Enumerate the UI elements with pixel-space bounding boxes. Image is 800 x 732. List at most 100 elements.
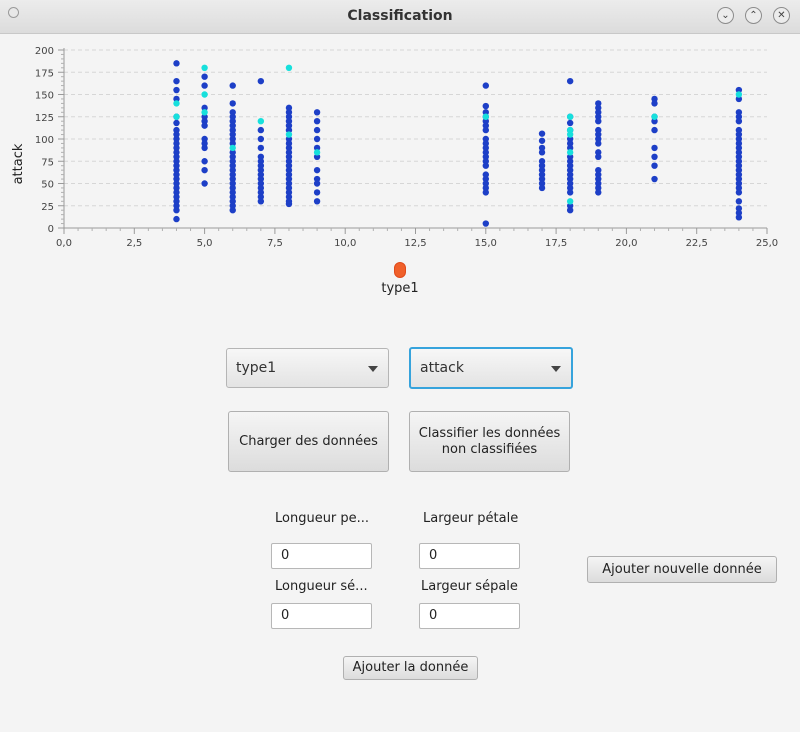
data-point [595, 118, 602, 125]
y-tick-label: 25 [41, 202, 54, 213]
unclassified-point [201, 91, 208, 98]
minimize-icon[interactable]: ⌄ [717, 7, 734, 24]
data-point [229, 82, 236, 89]
unclassified-point [173, 100, 180, 107]
y-axis-label: attack [11, 143, 26, 184]
unclassified-point [201, 109, 208, 116]
data-point [735, 189, 743, 196]
maximize-icon[interactable]: ⌃ [745, 7, 762, 24]
chart-legend: type1 [380, 262, 420, 296]
petal-width-input[interactable]: 0 [419, 543, 520, 569]
data-point [313, 135, 321, 143]
x-tick-label: 5,0 [197, 238, 213, 249]
unclassified-point [285, 131, 293, 138]
x-attribute-select[interactable]: type1 [226, 348, 389, 388]
data-point [651, 100, 658, 107]
unclassified-point [257, 118, 265, 125]
data-point [651, 144, 658, 152]
load-data-button[interactable]: Charger des données [228, 411, 389, 472]
x-tick-label: 17,5 [545, 238, 567, 249]
data-point [482, 126, 489, 134]
y-attribute-value: attack [420, 360, 464, 376]
unclassified-point [173, 113, 180, 120]
data-point [313, 198, 321, 205]
petal-width-label: Largeur pétale [423, 511, 519, 526]
data-point [201, 73, 208, 80]
scatter-chart: 0,0 2,5 5,0 7,5 10,0 12,5 15,0 17,5 20,0 22,5 25,0… [11, 46, 778, 249]
unclassified-point [566, 198, 574, 205]
data-point [285, 200, 293, 208]
close-icon[interactable]: ✕ [773, 7, 790, 24]
data-point [173, 207, 180, 214]
data-point [257, 126, 265, 134]
data-point [201, 122, 208, 129]
x-tick-label: 22,5 [686, 238, 708, 249]
data-point [173, 215, 180, 223]
sepal-length-label: Longueur sé... [275, 579, 368, 594]
data-point [566, 119, 574, 127]
data-point [201, 144, 208, 152]
x-tick-label: 15,0 [475, 238, 497, 249]
data-point [257, 135, 265, 143]
chart-axes [63, 48, 767, 229]
data-point [173, 119, 180, 127]
y-tick-label: 150 [35, 91, 54, 102]
unclassified-point [285, 64, 293, 71]
data-point [538, 130, 546, 137]
data-point [482, 82, 489, 89]
legend-label: type1 [381, 281, 419, 296]
chevron-down-icon [368, 366, 378, 372]
y-tick-label: 125 [35, 113, 54, 124]
data-point [229, 207, 236, 214]
data-point [313, 109, 321, 116]
data-point [173, 86, 180, 94]
data-point [313, 118, 321, 125]
y-tick-label: 0 [48, 224, 54, 235]
data-point [229, 100, 236, 107]
data-point [257, 77, 265, 85]
data-point [201, 82, 208, 89]
add-data-button[interactable]: Ajouter la donnée [343, 656, 478, 680]
window-title: Classification [347, 8, 453, 24]
unclassified-point [735, 91, 743, 98]
add-new-data-button[interactable]: Ajouter nouvelle donnée [587, 556, 777, 583]
data-point [313, 180, 321, 187]
sepal-width-label: Largeur sépale [421, 579, 518, 594]
data-point [257, 198, 265, 205]
y-attribute-select[interactable]: attack [409, 347, 573, 389]
data-point [566, 207, 574, 214]
data-point [482, 162, 489, 169]
data-point [566, 189, 574, 196]
sepal-length-input[interactable]: 0 [271, 603, 372, 629]
x-tick-label: 10,0 [334, 238, 356, 249]
data-point [173, 60, 180, 67]
data-point [482, 220, 489, 227]
classify-button[interactable]: Classifier les données non classifiées [409, 411, 570, 472]
y-tick-label: 75 [41, 157, 54, 168]
unclassified-point [566, 131, 574, 138]
data-point [201, 180, 208, 187]
unclassified-point [566, 113, 574, 120]
y-tick-label: 50 [41, 180, 54, 191]
x-tick-label: 7,5 [267, 238, 283, 249]
data-point [173, 77, 180, 85]
unclassified-point [313, 149, 321, 156]
petal-length-input[interactable]: 0 [271, 543, 372, 569]
petal-length-label: Longueur pe... [275, 511, 370, 526]
data-point [735, 118, 743, 125]
unclassified-point [566, 149, 574, 156]
classify-button-line2: non classifiées [441, 441, 538, 457]
data-point [538, 137, 546, 144]
data-point [313, 126, 321, 134]
data-point [313, 166, 321, 174]
data-point [201, 158, 208, 165]
data-point [566, 77, 574, 85]
y-axis-ticks: 0 25 50 75 100 125 150 175 200 [35, 46, 64, 235]
title-bar: Classification ⌄ ⌃ ✕ [0, 0, 800, 34]
data-point [482, 189, 489, 196]
data-point [735, 214, 743, 221]
sepal-width-input[interactable]: 0 [419, 603, 520, 629]
x-tick-label: 2,5 [126, 238, 142, 249]
data-point [735, 198, 743, 205]
x-axis-ticks: 0,0 2,5 5,0 7,5 10,0 12,5 15,0 17,5 20,0 22,5 25,0 [56, 228, 778, 249]
